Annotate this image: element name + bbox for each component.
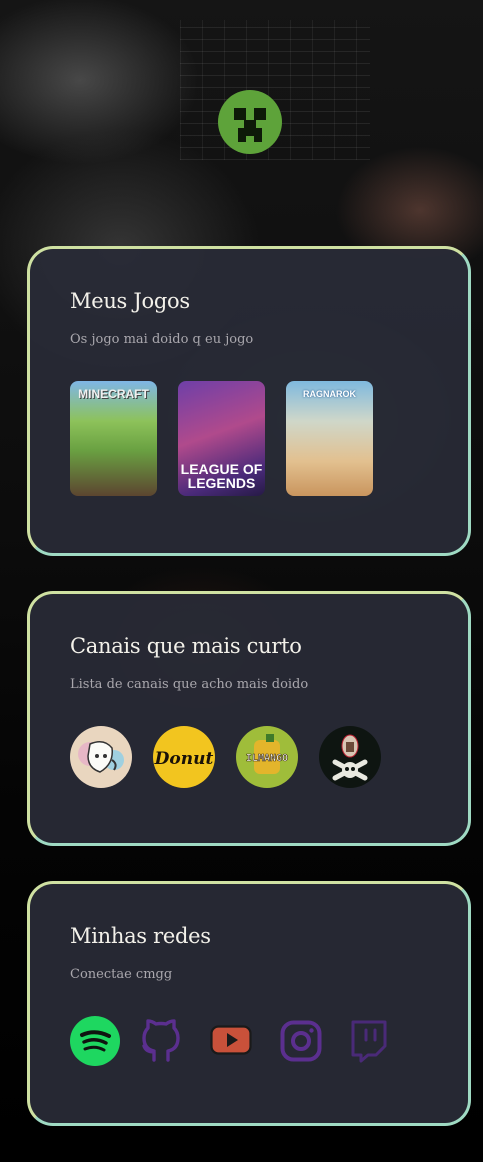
mask-icon xyxy=(78,741,124,773)
channels-title: Canais que mais curto xyxy=(70,634,302,658)
instagram-link[interactable] xyxy=(280,1016,350,1066)
game-league-of-legends[interactable]: LEAGUE OF LEGENDS xyxy=(178,381,265,496)
channels-subtitle: Lista de canais que acho mais doido xyxy=(70,677,309,692)
spotify-link[interactable] xyxy=(70,1016,140,1066)
socials-title: Minhas redes xyxy=(70,924,211,948)
game-cover-text: LEAGUE OF LEGENDS xyxy=(180,461,263,491)
game-cover-text: MINECRAFT xyxy=(78,387,149,401)
game-cover-text: RAGNAROK xyxy=(303,389,356,399)
github-link[interactable] xyxy=(140,1016,210,1066)
socials-list xyxy=(70,1016,468,1066)
github-icon xyxy=(142,1019,180,1062)
youtube-link[interactable] xyxy=(210,1016,280,1066)
donut-logo-icon: Donut xyxy=(154,749,214,769)
games-card: Meus Jogos Os jogo mai doido q eu jogo M… xyxy=(27,246,471,556)
channel-mask-avatar[interactable] xyxy=(70,726,132,788)
skull-crossbones-icon xyxy=(332,734,368,781)
channels-card: Canais que mais curto Lista de canais qu… xyxy=(27,591,471,846)
ilmango-logo-text: ILMANGO xyxy=(246,753,288,764)
donut-logo-text: Donut xyxy=(154,749,214,769)
creeper-logo xyxy=(218,90,282,154)
channel-ilmango[interactable]: ILMANGO xyxy=(236,726,298,788)
games-title: Meus Jogos xyxy=(70,289,190,313)
twitch-link[interactable] xyxy=(350,1016,420,1066)
socials-card: Minhas redes Conectae cmgg xyxy=(27,881,471,1126)
socials-subtitle: Conectae cmgg xyxy=(70,967,173,982)
mango-icon: ILMANGO xyxy=(246,734,288,774)
channel-donut[interactable]: Donut xyxy=(153,726,215,788)
game-ragnarok[interactable]: RAGNAROK xyxy=(286,381,373,496)
games-list: MINECRAFT LEAGUE OF LEGENDS RAGNAROK xyxy=(70,381,468,496)
games-subtitle: Os jogo mai doido q eu jogo xyxy=(70,332,254,347)
instagram-icon xyxy=(280,1020,322,1062)
channel-skull-avatar[interactable] xyxy=(319,726,381,788)
game-minecraft[interactable]: MINECRAFT xyxy=(70,381,157,496)
twitch-icon xyxy=(351,1020,387,1063)
youtube-icon xyxy=(210,1025,252,1055)
channels-list: Donut ILMANGO xyxy=(70,726,468,788)
spotify-icon xyxy=(70,1016,120,1066)
